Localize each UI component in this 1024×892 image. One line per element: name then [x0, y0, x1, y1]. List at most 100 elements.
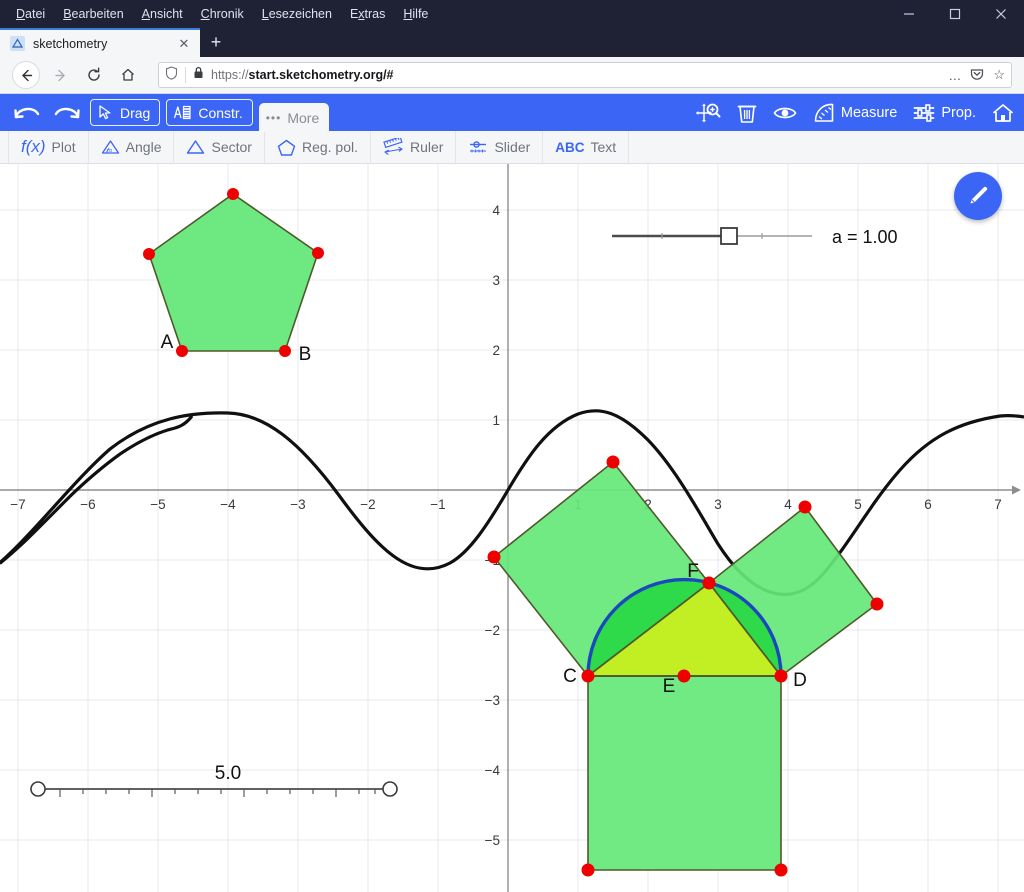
square-bottom-vertex[interactable]	[775, 864, 788, 877]
constr-label: Constr.	[198, 105, 242, 121]
point-c[interactable]	[582, 670, 595, 683]
square-right-vertex[interactable]	[871, 598, 884, 611]
titlebar: Datei Bearbeiten Ansicht Chronik Lesezei…	[0, 0, 1024, 28]
pentagon-icon	[277, 139, 296, 156]
menu-item-lesezeichen[interactable]: Lesezeichen	[254, 4, 340, 24]
page-actions-icon[interactable]: …	[948, 68, 961, 83]
square-left-vertex[interactable]	[488, 551, 501, 564]
square-right-vertex[interactable]	[799, 501, 812, 514]
pythagoras-figure[interactable]: C D E F	[488, 456, 884, 877]
board-svg[interactable]: −7−6−5 −4−3−2 −1 123 456 7 432 1 −1−2−3 …	[0, 164, 1024, 892]
angle-icon: α	[101, 139, 120, 155]
undo-icon[interactable]	[10, 100, 44, 126]
url-bar[interactable]: https://start.sketchometry.org/# … ☆	[158, 62, 1012, 88]
protractor-icon	[813, 102, 835, 124]
menu-bar: Datei Bearbeiten Ansicht Chronik Lesezei…	[0, 4, 436, 24]
geometry-board[interactable]: −7−6−5 −4−3−2 −1 123 456 7 432 1 −1−2−3 …	[0, 164, 1024, 892]
tab-sketchometry[interactable]: sketchometry ✕	[0, 28, 200, 57]
point-label-a: A	[161, 332, 174, 353]
menu-item-bearbeiten[interactable]: Bearbeiten	[55, 4, 131, 24]
square-on-hypotenuse-cd[interactable]	[588, 676, 781, 870]
ruler-icon	[383, 138, 404, 156]
ruler-ticks	[60, 789, 375, 797]
more-tab[interactable]: ••• More	[259, 103, 330, 132]
tool-regular-polygon[interactable]: Reg. pol.	[265, 131, 371, 164]
pocket-icon[interactable]	[970, 67, 984, 84]
maximize-button[interactable]	[932, 0, 978, 28]
tool-regpol-label: Reg. pol.	[302, 139, 358, 155]
pentagon-vertex[interactable]	[312, 247, 324, 259]
svg-text:−4: −4	[220, 497, 236, 512]
ruler-handle-end[interactable]	[383, 782, 397, 796]
menu-item-hilfe[interactable]: Hilfe	[395, 4, 436, 24]
pentagon-vertex[interactable]	[143, 248, 155, 260]
url-divider	[185, 67, 186, 83]
close-button[interactable]	[978, 0, 1024, 28]
tool-ruler[interactable]: Ruler	[371, 131, 456, 164]
menu-accel: A	[142, 7, 150, 21]
visibility-eye-icon[interactable]	[773, 104, 797, 122]
url-host-prefix: start.	[249, 68, 280, 82]
slider-value-label: a = 1.00	[832, 227, 898, 247]
tool-sector[interactable]: Sector	[174, 131, 264, 164]
svg-text:−7: −7	[10, 497, 25, 512]
forward-icon[interactable]	[46, 61, 74, 89]
svg-text:−2: −2	[485, 623, 500, 638]
pentagon-shape[interactable]	[149, 194, 318, 351]
svg-text:7: 7	[994, 497, 1002, 512]
axes	[0, 164, 1021, 892]
grid-lines	[0, 164, 1024, 892]
lock-icon	[193, 66, 204, 84]
favicon-icon	[10, 36, 25, 51]
square-bottom-vertex[interactable]	[582, 864, 595, 877]
pencil-icon	[966, 184, 990, 208]
properties-button[interactable]: Prop.	[913, 104, 976, 122]
point-d[interactable]	[775, 670, 788, 683]
point-label-c: C	[563, 666, 577, 687]
pencil-fab-button[interactable]	[954, 172, 1002, 220]
back-icon[interactable]	[12, 61, 40, 89]
zoom-pan-icon[interactable]	[695, 102, 721, 124]
close-icon[interactable]: ✕	[176, 36, 192, 52]
prop-label: Prop.	[941, 105, 976, 121]
more-label: More	[287, 110, 319, 126]
redo-icon[interactable]	[50, 100, 84, 126]
square-left-vertex[interactable]	[607, 456, 620, 469]
menu-item-chronik[interactable]: Chronik	[193, 4, 252, 24]
reload-icon[interactable]	[80, 61, 108, 89]
tracking-shield-icon[interactable]	[165, 66, 178, 85]
delete-trash-icon[interactable]	[737, 102, 757, 124]
bookmark-star-icon[interactable]: ☆	[993, 67, 1005, 83]
minimize-button[interactable]	[886, 0, 932, 28]
tool-slider-label: Slider	[494, 139, 530, 155]
point-label-f: F	[687, 561, 699, 582]
point-e-midpoint[interactable]	[678, 670, 691, 683]
tool-plot[interactable]: f(x) Plot	[8, 131, 89, 164]
slider-handle[interactable]	[721, 228, 737, 244]
new-tab-button[interactable]: +	[200, 28, 232, 57]
point-f[interactable]	[703, 577, 716, 590]
sketchometry-tool-row: f(x) Plot α Angle Sector Reg. pol.	[0, 131, 1024, 164]
menu-rest-bearbeiten: earbeiten	[72, 7, 124, 21]
toolbar-right-group: Measure Prop.	[695, 102, 1014, 124]
pentagon-vertex-b[interactable]	[279, 345, 291, 357]
tool-angle[interactable]: α Angle	[89, 131, 175, 164]
pentagon-vertex[interactable]	[227, 188, 239, 200]
measure-button[interactable]: Measure	[813, 102, 897, 124]
tool-slider[interactable]: Slider	[456, 131, 543, 164]
tool-text[interactable]: ABC Text	[543, 131, 629, 164]
board-slider[interactable]: a = 1.00	[612, 227, 898, 247]
svg-text:5: 5	[854, 497, 862, 512]
drag-button[interactable]: Drag	[90, 99, 160, 126]
menu-item-extras[interactable]: Extras	[342, 4, 393, 24]
tool-angle-label: Angle	[126, 139, 162, 155]
constr-button[interactable]: Constr.	[166, 99, 252, 126]
regular-pentagon[interactable]: A B	[143, 188, 324, 365]
board-ruler[interactable]: 5.0	[31, 763, 397, 797]
home-icon[interactable]	[114, 61, 142, 89]
home-button[interactable]	[992, 103, 1014, 123]
ruler-handle-start[interactable]	[31, 782, 45, 796]
menu-item-ansicht[interactable]: Ansicht	[134, 4, 191, 24]
menu-item-datei[interactable]: Datei	[8, 4, 53, 24]
pentagon-vertex-a[interactable]	[176, 345, 188, 357]
